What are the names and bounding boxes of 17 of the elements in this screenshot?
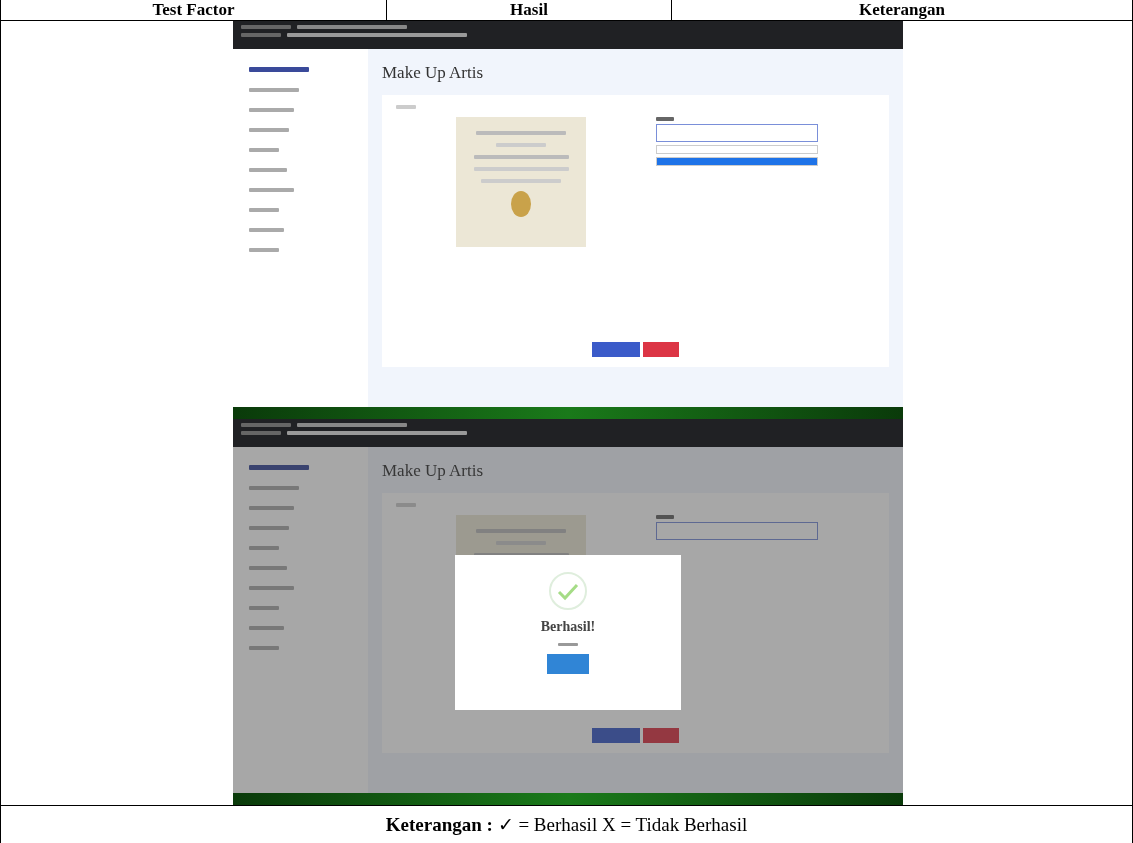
column-header: Keterangan bbox=[671, 0, 1132, 20]
legend-text: Keterangan : ✓ = Berhasil X = Tidak Berhasil bbox=[385, 813, 748, 836]
select-field[interactable] bbox=[656, 124, 818, 142]
save-button[interactable] bbox=[592, 342, 640, 357]
page-title: Make Up Artis bbox=[382, 63, 485, 83]
cancel-button[interactable] bbox=[643, 728, 679, 743]
dropdown-option[interactable] bbox=[656, 157, 818, 166]
ok-button[interactable] bbox=[547, 653, 589, 674]
check-circle-icon bbox=[548, 570, 588, 611]
page-title: Make Up Artis bbox=[382, 461, 485, 481]
column-header: Hasil bbox=[386, 0, 671, 20]
dialog-title: Berhasil! bbox=[540, 618, 596, 635]
dropdown-option[interactable] bbox=[656, 145, 818, 154]
cancel-button[interactable] bbox=[643, 342, 679, 357]
column-header: Test Factor bbox=[151, 0, 236, 20]
save-button[interactable] bbox=[592, 728, 640, 743]
select-field[interactable] bbox=[656, 522, 818, 540]
